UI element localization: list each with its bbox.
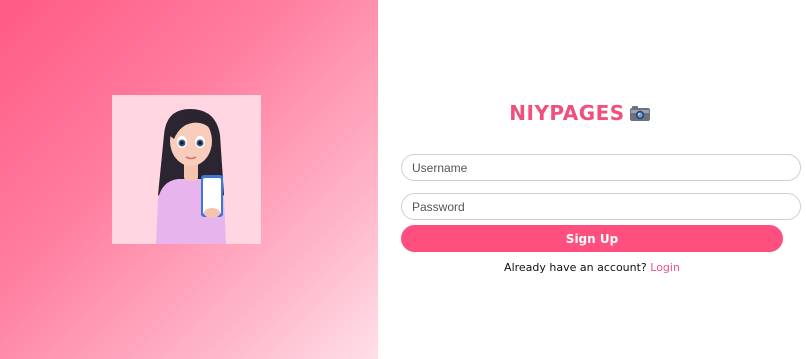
username-input[interactable]: [401, 154, 801, 181]
girl-holding-phone-illustration: [112, 95, 261, 244]
login-prompt-text: Already have an account?: [504, 261, 651, 274]
brand-title: NIYPAGES: [509, 101, 625, 125]
sign-up-button[interactable]: Sign Up: [401, 225, 783, 252]
brand: NIYPAGES: [378, 101, 806, 125]
form-panel: NIYPAGES Sign Up Already have an account…: [378, 0, 806, 359]
login-prompt: Already have an account? Login: [378, 261, 806, 274]
password-input[interactable]: [401, 193, 801, 220]
camera-icon: [629, 104, 651, 122]
hero-panel: [0, 0, 378, 359]
login-link[interactable]: Login: [650, 261, 680, 274]
signup-page: NIYPAGES Sign Up Already have an account…: [0, 0, 806, 359]
